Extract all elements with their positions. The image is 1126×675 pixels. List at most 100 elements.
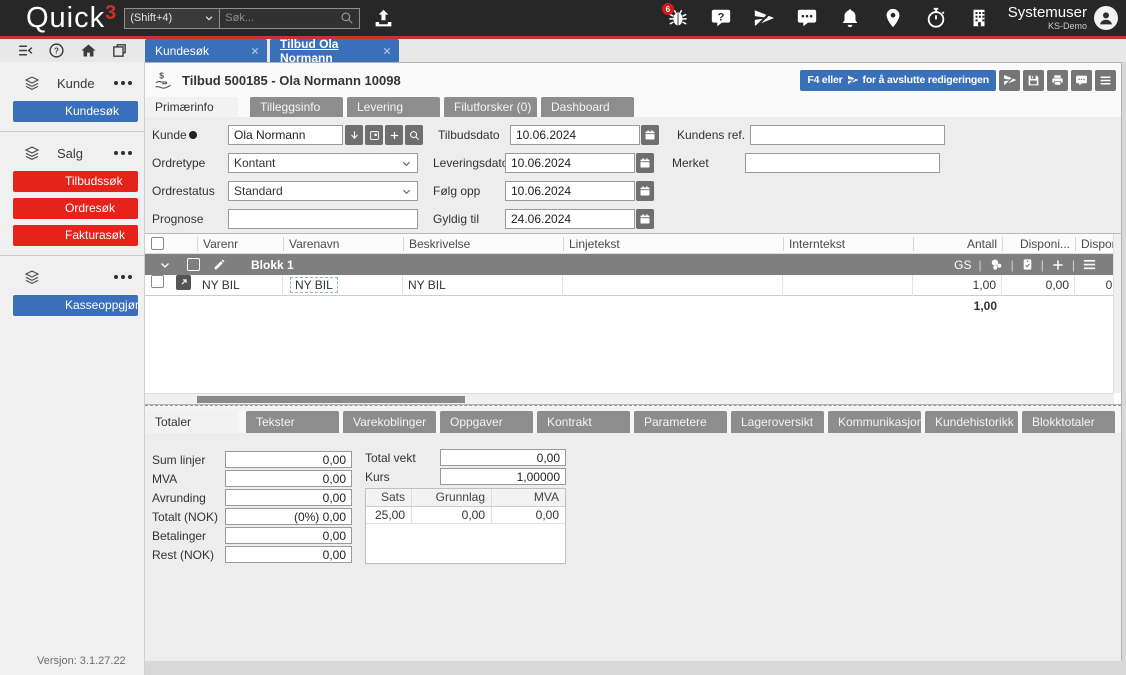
prognose-input[interactable] — [228, 209, 418, 229]
tab-primaerinfo[interactable]: Primærinfo — [145, 97, 238, 117]
add-kunde-button[interactable] — [385, 125, 403, 145]
window-tab-kundesok[interactable]: Kundesøk — [145, 39, 267, 62]
order-line-row[interactable]: NY BIL NY BIL NY BIL 1,00 0,00 0,00 — [145, 274, 1121, 296]
gyldigtil-input[interactable] — [505, 209, 635, 229]
upload-icon[interactable] — [373, 8, 394, 29]
open-line-button[interactable] — [170, 274, 197, 296]
tab-lageroversikt[interactable]: Lageroversikt — [731, 411, 824, 433]
calendar-icon[interactable] — [641, 125, 659, 145]
cell-varenr[interactable]: NY BIL — [197, 274, 283, 296]
sidebar-item-fakturasok[interactable]: Fakturasøk — [13, 225, 138, 246]
close-icon[interactable] — [251, 47, 259, 55]
vertical-scrollbar[interactable] — [1113, 234, 1121, 393]
col-varenavn[interactable]: Varenavn — [283, 236, 403, 251]
section-menu-icon[interactable] — [114, 81, 134, 85]
user-info[interactable]: Systemuser KS-Demo — [1008, 5, 1087, 31]
leveringsdato-input[interactable] — [505, 153, 635, 173]
tab-blokktotaler[interactable]: Blokktotaler — [1022, 411, 1115, 433]
building-icon[interactable] — [968, 7, 990, 29]
tab-kundehistorikk[interactable]: Kundehistorikk — [925, 411, 1018, 433]
kunde-input[interactable] — [228, 125, 343, 145]
totalvekt-input[interactable] — [440, 449, 566, 466]
ordretype-select[interactable]: Kontant — [228, 153, 418, 173]
totalt-input[interactable] — [225, 508, 352, 525]
block-menu-icon[interactable] — [1082, 257, 1097, 272]
chat-icon[interactable] — [796, 7, 818, 29]
collapse-menu-icon[interactable] — [17, 42, 34, 59]
cell-beskrivelse[interactable]: NY BIL — [403, 274, 563, 296]
tab-filutforsker[interactable]: Filutforsker (0) — [444, 97, 537, 117]
calendar-icon[interactable] — [636, 181, 654, 201]
location-pin-icon[interactable] — [882, 7, 904, 29]
col-antall[interactable]: Antall — [913, 236, 1002, 251]
select-all-checkbox[interactable] — [145, 236, 170, 251]
tilbudsdato-input[interactable] — [510, 125, 640, 145]
row-checkbox[interactable] — [145, 274, 170, 296]
col-varenr[interactable]: Varenr — [197, 236, 283, 251]
col-disponibelt[interactable]: Disponi... — [1002, 236, 1075, 251]
sumlinjer-input[interactable] — [225, 451, 352, 468]
col-beskrivelse[interactable]: Beskrivelse — [403, 236, 563, 251]
cell-disponibelt[interactable]: 0,00 — [1002, 274, 1075, 296]
calendar-icon[interactable] — [636, 153, 654, 173]
tab-tilleggsinfo[interactable]: Tilleggsinfo — [250, 97, 343, 117]
block-name[interactable]: Blokk 1 — [251, 258, 294, 272]
plane-crossed-icon[interactable] — [753, 7, 775, 29]
ordrestatus-select[interactable]: Standard — [228, 181, 418, 201]
tab-parametere[interactable]: Parametere — [634, 411, 727, 433]
comment-button[interactable] — [1071, 69, 1092, 91]
merket-input[interactable] — [745, 153, 940, 173]
open-record-button[interactable] — [365, 125, 383, 145]
help-icon[interactable]: ? — [48, 42, 65, 59]
save-button[interactable] — [1023, 69, 1044, 91]
search-icon[interactable] — [340, 11, 354, 25]
sidebar-item-kasseoppgjor[interactable]: Kasseoppgjør — [13, 295, 139, 316]
search-kunde-button[interactable] — [405, 125, 423, 145]
home-icon[interactable] — [80, 42, 97, 59]
horizontal-scrollbar[interactable] — [145, 393, 1114, 404]
search-input[interactable] — [225, 12, 341, 24]
tab-varekoblinger[interactable]: Varekoblinger — [343, 411, 436, 433]
user-avatar-icon[interactable] — [1094, 6, 1118, 30]
end-edit-banner[interactable]: F4 eller for å avslutte redigeringen — [800, 69, 996, 91]
cell-interntekst[interactable] — [783, 274, 913, 296]
vat-row[interactable]: 25,00 0,00 0,00 — [366, 507, 565, 524]
rest-input[interactable] — [225, 546, 352, 563]
cell-varenavn-editing[interactable]: NY BIL — [283, 274, 403, 296]
window-tab-tilbud[interactable]: Tilbud Ola Normann — [270, 37, 399, 65]
tab-levering[interactable]: Levering — [347, 97, 440, 117]
section-menu-icon[interactable] — [114, 151, 134, 155]
avrunding-input[interactable] — [225, 489, 352, 506]
sidebar-item-ordresok[interactable]: Ordresøk — [13, 198, 138, 219]
tab-totaler[interactable]: Totaler — [145, 411, 238, 433]
tab-kontrakt[interactable]: Kontrakt — [537, 411, 630, 433]
bell-icon[interactable] — [839, 7, 861, 29]
tab-oppgaver[interactable]: Oppgaver — [440, 411, 533, 433]
sidebar-item-tilbudssok[interactable]: Tilbudssøk — [13, 171, 138, 192]
group-icon[interactable] — [989, 257, 1004, 272]
mva-input[interactable] — [225, 470, 352, 487]
block-checkbox[interactable] — [187, 258, 200, 271]
new-window-icon[interactable] — [111, 42, 128, 59]
add-line-icon[interactable] — [1051, 258, 1065, 272]
help-bubble-icon[interactable]: ? — [710, 7, 732, 29]
cell-antall[interactable]: 1,00 — [913, 274, 1002, 296]
cell-linjetekst[interactable] — [563, 274, 783, 296]
collapse-block-icon[interactable] — [159, 259, 171, 271]
kurs-input[interactable] — [440, 468, 566, 485]
end-edit-button[interactable] — [999, 69, 1020, 91]
bug-report-icon[interactable]: 6 — [661, 3, 689, 29]
print-button[interactable] — [1047, 69, 1068, 91]
edit-block-icon[interactable] — [213, 258, 226, 271]
kundensref-input[interactable] — [750, 125, 945, 145]
sidebar-item-kundesok[interactable]: Kundesøk — [13, 101, 138, 122]
section-menu-icon[interactable] — [114, 275, 134, 279]
tag-check-icon[interactable] — [1021, 258, 1034, 271]
stopwatch-icon[interactable] — [925, 7, 947, 29]
betalinger-input[interactable] — [225, 527, 352, 544]
close-icon[interactable] — [383, 47, 391, 55]
menu-button[interactable] — [1095, 69, 1116, 91]
tab-kommunikasjon[interactable]: Kommunikasjon — [828, 411, 921, 433]
col-interntekst[interactable]: Interntekst — [783, 236, 913, 251]
calendar-icon[interactable] — [636, 209, 654, 229]
